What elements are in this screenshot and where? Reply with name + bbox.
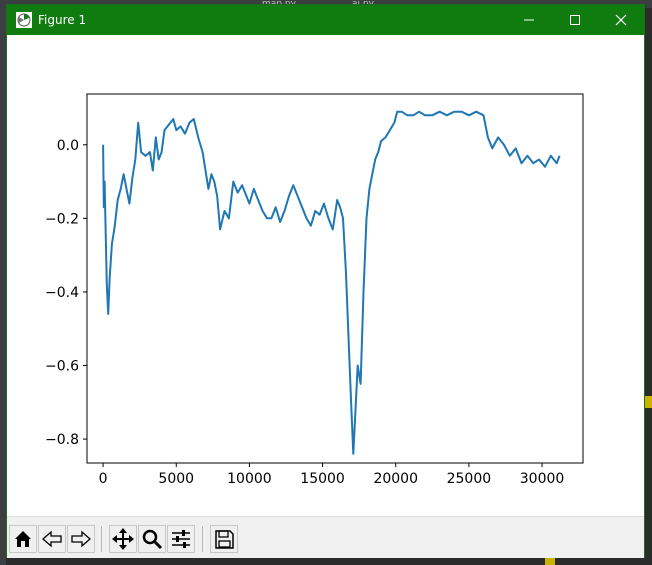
y-tick-label: −0.6 xyxy=(45,359,79,375)
maximize-icon xyxy=(570,15,580,25)
figure-window: Figure 1 0 5000 10000 15000 20000 25000 30000 0… xyxy=(6,4,645,558)
y-tick-label: −0.2 xyxy=(45,211,79,227)
maximize-button[interactable] xyxy=(552,5,598,35)
minimize-icon xyxy=(524,19,534,21)
y-tick-label: −0.8 xyxy=(45,432,79,448)
home-icon xyxy=(15,531,31,547)
configure-subplots-icon xyxy=(172,530,190,548)
back-icon xyxy=(42,530,62,548)
y-tick-label: 0.0 xyxy=(57,138,79,154)
toolbar-separator xyxy=(101,526,102,552)
close-button[interactable] xyxy=(598,5,644,35)
background-marker xyxy=(545,558,555,565)
x-tick-label: 5000 xyxy=(158,471,194,487)
pan-icon xyxy=(112,528,134,550)
x-tick-label: 10000 xyxy=(227,471,272,487)
zoom-icon xyxy=(142,529,163,550)
zoom-button[interactable] xyxy=(138,525,166,553)
x-tick-label: 20000 xyxy=(373,471,418,487)
background-marker xyxy=(645,396,652,408)
forward-button[interactable] xyxy=(67,525,95,553)
line-chart: 0 5000 10000 15000 20000 25000 30000 0.0 −0.2 −0.… xyxy=(45,93,584,487)
configure-subplots-button[interactable] xyxy=(167,525,195,553)
pan-button[interactable] xyxy=(109,525,137,553)
close-icon xyxy=(615,14,627,26)
save-icon xyxy=(215,530,234,549)
window-title: Figure 1 xyxy=(38,13,87,27)
matplotlib-app-icon xyxy=(16,12,32,28)
title-bar: Figure 1 xyxy=(7,5,644,35)
x-tick-label: 0 xyxy=(99,471,108,487)
minimize-button[interactable] xyxy=(506,5,552,35)
back-button[interactable] xyxy=(38,525,66,553)
home-button[interactable] xyxy=(9,525,37,553)
forward-icon xyxy=(71,530,91,548)
y-tick-label: −0.4 xyxy=(45,285,79,301)
x-tick-label: 25000 xyxy=(447,471,492,487)
toolbar-separator xyxy=(202,526,203,552)
save-button[interactable] xyxy=(210,525,238,553)
navigation-toolbar xyxy=(7,516,644,558)
x-tick-label: 15000 xyxy=(300,471,345,487)
figure-canvas[interactable]: 0 5000 10000 15000 20000 25000 30000 0.0 −0.2 −0.… xyxy=(7,35,644,516)
x-tick-label: 30000 xyxy=(520,471,565,487)
